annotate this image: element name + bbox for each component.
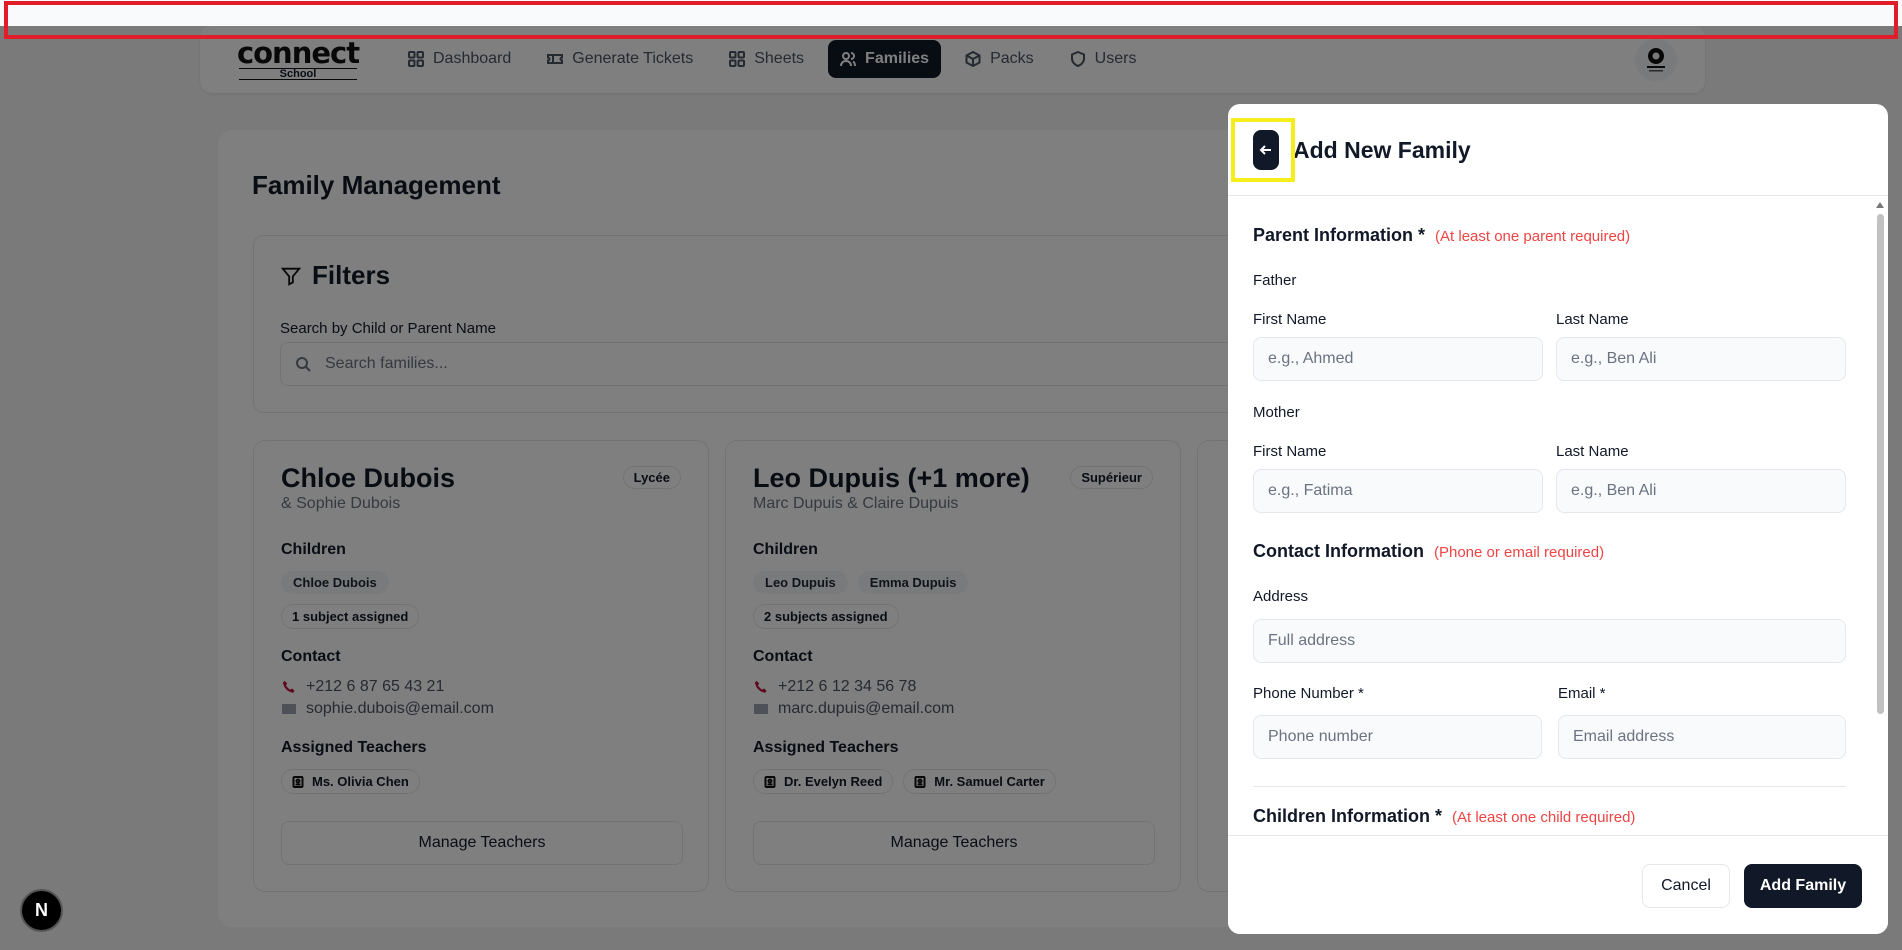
phone-number-input[interactable] (1253, 715, 1542, 759)
section-divider (1253, 786, 1846, 787)
scroll-up-arrow[interactable] (1876, 202, 1884, 208)
address-input[interactable] (1253, 619, 1846, 663)
nextjs-dev-badge[interactable]: N (20, 889, 63, 932)
annotation-yellow-box (1231, 118, 1295, 182)
contact-info-title: Contact Information (1253, 541, 1424, 561)
mother-last-name-label: Last Name (1556, 443, 1629, 460)
father-last-name-label: Last Name (1556, 311, 1629, 328)
father-label: Father (1253, 272, 1297, 289)
email-input[interactable] (1558, 715, 1846, 759)
parent-info-heading: Parent Information * (At least one paren… (1253, 225, 1630, 246)
mother-first-name-label: First Name (1253, 443, 1327, 460)
contact-info-note: (Phone or email required) (1434, 544, 1605, 561)
contact-info-heading: Contact Information (Phone or email requ… (1253, 541, 1604, 562)
father-first-name-input[interactable] (1253, 337, 1543, 381)
mother-last-name-input[interactable] (1556, 469, 1846, 513)
drawer-scrollbar[interactable] (1877, 214, 1884, 714)
cancel-button[interactable]: Cancel (1642, 864, 1730, 908)
address-label: Address (1253, 588, 1309, 605)
father-first-name-label: First Name (1253, 311, 1327, 328)
parent-info-note: (At least one parent required) (1435, 228, 1631, 245)
annotation-red-box (4, 1, 1898, 39)
father-last-name-input[interactable] (1556, 337, 1846, 381)
drawer-footer: Cancel Add Family (1228, 835, 1888, 934)
drawer-content: Parent Information * (At least one paren… (1228, 104, 1888, 934)
children-info-heading: Children Information * (At least one chi… (1253, 806, 1635, 827)
parent-info-title: Parent Information * (1253, 225, 1426, 245)
children-info-title: Children Information * (1253, 806, 1442, 826)
mother-label: Mother (1253, 404, 1300, 421)
add-family-button[interactable]: Add Family (1744, 864, 1862, 908)
phone-number-label: Phone Number * (1253, 685, 1364, 702)
children-info-note: (At least one child required) (1452, 809, 1636, 826)
email-label: Email * (1558, 685, 1606, 702)
mother-first-name-input[interactable] (1253, 469, 1543, 513)
